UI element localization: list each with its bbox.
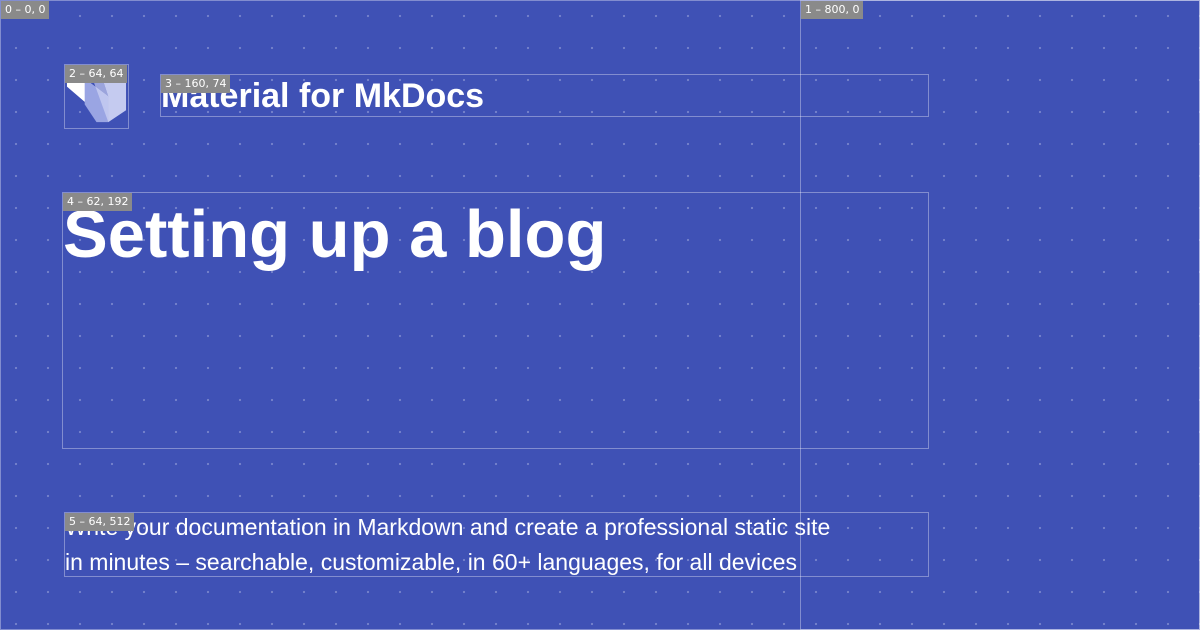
page-title: Setting up a blog — [63, 197, 607, 272]
description-line: in minutes – searchable, customizable, i… — [65, 549, 797, 575]
debug-label: 3 – 160, 74 — [161, 75, 231, 93]
description-line: Write your documentation in Markdown and… — [65, 514, 831, 540]
debug-label: 5 – 64, 512 — [65, 513, 135, 531]
debug-label: 2 – 64, 64 — [65, 65, 128, 83]
page-description: Write your documentation in Markdown and… — [65, 510, 925, 580]
debug-label: 4 – 62, 192 — [63, 193, 133, 211]
site-name-frame: 3 – 160, 74 Material for MkDocs — [160, 74, 929, 117]
logo-frame: 2 – 64, 64 — [64, 64, 129, 129]
page-title-frame: 4 – 62, 192 Setting up a blog — [62, 192, 929, 449]
page-description-frame: 5 – 64, 512 Write your documentation in … — [64, 512, 929, 577]
debug-label: 0 – 0, 0 — [1, 1, 50, 19]
debug-label: 1 – 800, 0 — [801, 1, 864, 19]
